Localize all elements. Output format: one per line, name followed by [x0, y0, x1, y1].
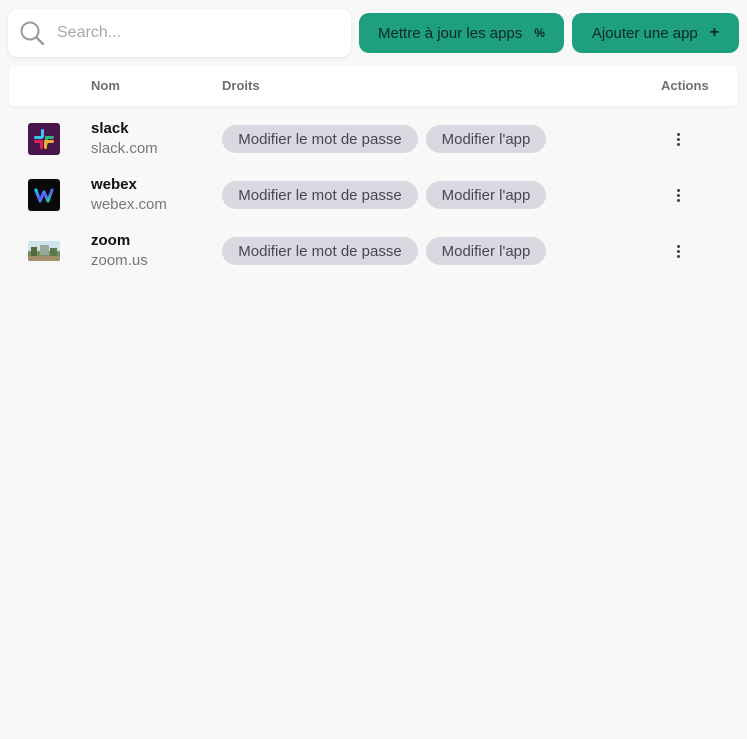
- app-name: zoom: [91, 232, 131, 249]
- right-chip-edit-password[interactable]: Modifier le mot de passe: [222, 181, 418, 209]
- table-row: slack slack.com Modifier le mot de passe…: [0, 115, 747, 163]
- column-header-rights: Droits: [222, 78, 260, 93]
- table-header: Nom Droits Actions: [9, 66, 738, 106]
- slack-logo-icon: [28, 123, 60, 155]
- right-chip-edit-password[interactable]: Modifier le mot de passe: [222, 237, 418, 265]
- add-app-button[interactable]: Ajouter une app +: [572, 13, 739, 53]
- column-header-actions: Actions: [661, 78, 709, 93]
- more-actions-icon[interactable]: [670, 241, 686, 261]
- table-row: webex webex.com Modifier le mot de passe…: [0, 171, 747, 219]
- column-header-name: Nom: [91, 78, 120, 93]
- update-apps-label: Mettre à jour les apps: [378, 24, 523, 42]
- zoom-logo-icon: [28, 241, 60, 261]
- right-chip-edit-app[interactable]: Modifier l'app: [426, 181, 546, 209]
- search-icon: [18, 19, 46, 47]
- table-row: zoom zoom.us Modifier le mot de passe Mo…: [0, 227, 747, 275]
- plus-icon: +: [709, 24, 720, 41]
- more-actions-icon[interactable]: [670, 129, 686, 149]
- search-input[interactable]: [57, 24, 317, 42]
- more-actions-icon[interactable]: [670, 185, 686, 205]
- webex-logo-icon: [28, 179, 60, 211]
- app-domain: slack.com: [91, 140, 158, 157]
- right-chip-edit-app[interactable]: Modifier l'app: [426, 125, 546, 153]
- percent-icon: %: [534, 26, 545, 40]
- right-chip-edit-app[interactable]: Modifier l'app: [426, 237, 546, 265]
- toolbar: Mettre à jour les apps % Ajouter une app…: [8, 9, 739, 57]
- app-domain: webex.com: [91, 196, 167, 213]
- app-domain: zoom.us: [91, 252, 148, 269]
- app-name: webex: [91, 176, 137, 193]
- add-app-label: Ajouter une app: [591, 24, 698, 42]
- search-box[interactable]: [8, 9, 351, 57]
- update-apps-button[interactable]: Mettre à jour les apps %: [359, 13, 564, 53]
- right-chip-edit-password[interactable]: Modifier le mot de passe: [222, 125, 418, 153]
- app-name: slack: [91, 120, 129, 137]
